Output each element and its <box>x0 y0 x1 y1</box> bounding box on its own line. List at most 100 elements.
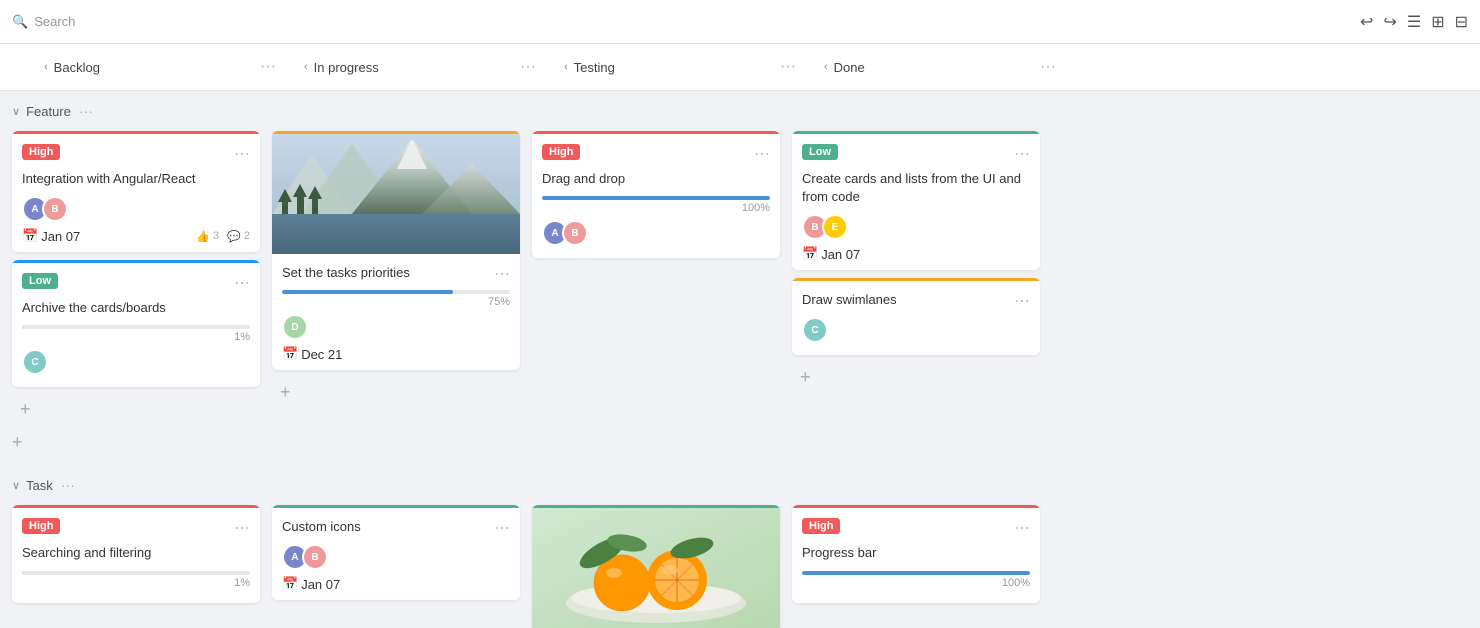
priority-badge: High <box>542 144 580 160</box>
search-icon: 🔍 <box>12 14 28 30</box>
add-swimlane-feature[interactable]: + <box>12 428 23 457</box>
calendar-icon: 📅 <box>22 228 38 244</box>
redo-icon[interactable]: ↪ <box>1383 12 1396 32</box>
done-menu[interactable]: ··· <box>1040 58 1056 76</box>
card-menu[interactable]: ⋯ <box>1014 518 1030 538</box>
progress-fill <box>282 290 453 294</box>
priority-badge-low: Low <box>22 273 58 289</box>
comment-count: 2 <box>244 230 250 242</box>
progress-fill <box>802 571 1030 575</box>
card-dragdrop[interactable]: High ⋯ Drag and drop 100% A B <box>532 131 780 258</box>
feature-chevron[interactable]: ∨ <box>12 105 20 118</box>
card-menu[interactable]: ⋯ <box>234 273 250 293</box>
card-create-cards[interactable]: Low ⋯ Create cards and lists from the UI… <box>792 131 1040 270</box>
card-avatars: C <box>22 349 250 375</box>
feature-done-cell: Low ⋯ Create cards and lists from the UI… <box>792 131 1040 392</box>
progress-track <box>802 571 1030 575</box>
topbar: 🔍 Search ↩ ↪ ☰ ⊞ ⊟ <box>0 0 1480 44</box>
progress-label: 1% <box>22 331 250 343</box>
card-avatars: A B <box>542 220 770 246</box>
card-avatars: B E <box>802 214 1030 240</box>
card-menu[interactable]: ⋯ <box>234 144 250 164</box>
col-header-testing: ‹ Testing ··· <box>556 44 804 90</box>
card-progressbar[interactable]: High ⋯ Progress bar 100% <box>792 505 1040 602</box>
feature-kanban-row: High ⋯ Integration with Angular/React A … <box>12 131 1468 424</box>
progress-wrap: 1% <box>22 571 250 589</box>
card-header: High ⋯ <box>22 144 250 164</box>
task-testing-cell <box>532 505 780 628</box>
feature-menu[interactable]: ··· <box>79 103 93 119</box>
card-header: Custom icons ⋯ <box>282 518 510 538</box>
progress-track <box>282 290 510 294</box>
add-card-backlog-feature[interactable]: + <box>12 395 39 424</box>
task-inprogress-cell: Custom icons ⋯ A B 📅 Jan 07 <box>272 505 520 600</box>
date-label: Jan 07 <box>41 229 80 244</box>
card-avatars: A B <box>282 544 510 570</box>
search-label: Search <box>34 14 75 29</box>
progress-track <box>22 325 250 329</box>
col-header-backlog: ‹ Backlog ··· <box>36 44 284 90</box>
card-searching[interactable]: High ⋯ Searching and filtering 1% <box>12 505 260 602</box>
backlog-arrow: ‹ <box>44 61 48 73</box>
task-chevron[interactable]: ∨ <box>12 479 20 492</box>
mountain-svg <box>272 134 520 254</box>
card-menu[interactable]: ⋯ <box>494 264 510 284</box>
calendar-icon: 📅 <box>282 576 298 592</box>
card-date: 📅 Jan 07 <box>282 576 340 592</box>
card-integration[interactable]: High ⋯ Integration with Angular/React A … <box>12 131 260 252</box>
list-view-icon[interactable]: ☰ <box>1407 12 1421 32</box>
progress-wrap: 1% <box>22 325 250 343</box>
calendar-icon: 📅 <box>802 246 818 262</box>
card-title: Archive the cards/boards <box>22 299 250 317</box>
task-menu[interactable]: ··· <box>61 477 75 493</box>
progress-label: 1% <box>22 577 250 589</box>
card-swimlanes[interactable]: Draw swimlanes ⋯ C <box>792 278 1040 355</box>
card-header: High ⋯ <box>542 144 770 164</box>
swimlane-task-label: ∨ Task ··· <box>12 473 1468 497</box>
priority-badge-high: High <box>22 144 60 160</box>
date-label: Jan 07 <box>301 577 340 592</box>
board-wrapper: ‹ Backlog ··· ‹ In progress ··· ‹ Testin… <box>0 44 1480 628</box>
backlog-menu[interactable]: ··· <box>260 58 276 76</box>
card-menu[interactable]: ⋯ <box>1014 144 1030 164</box>
card-menu[interactable]: ⋯ <box>754 144 770 164</box>
search-box[interactable]: 🔍 Search <box>12 14 75 30</box>
progress-fill <box>542 196 770 200</box>
undo-icon[interactable]: ↩ <box>1360 12 1373 32</box>
add-card-inprogress-feature[interactable]: + <box>272 378 299 407</box>
grid-view-icon[interactable]: ⊞ <box>1431 12 1444 32</box>
card-footer: 📅 Jan 07 <box>282 576 510 592</box>
inprogress-label: In progress <box>314 60 379 75</box>
card-date: 📅 Jan 07 <box>802 246 860 262</box>
task-done-cell: High ⋯ Progress bar 100% <box>792 505 1040 602</box>
task-name: Task <box>26 478 53 493</box>
card-title: Integration with Angular/React <box>22 170 250 188</box>
swimlane-task: ∨ Task ··· High ⋯ Searching and filterin… <box>0 465 1480 628</box>
swimlane-feature-label: ∨ Feature ··· <box>12 99 1468 123</box>
card-citrus[interactable] <box>532 505 780 628</box>
inprogress-arrow: ‹ <box>304 61 308 73</box>
avatar: C <box>802 317 828 343</box>
layout-icon[interactable]: ⊟ <box>1455 12 1468 32</box>
date-label: Jan 07 <box>821 247 860 262</box>
date-label: Dec 21 <box>301 347 342 362</box>
add-card-done-feature[interactable]: + <box>792 363 819 392</box>
card-menu[interactable]: ⋯ <box>1014 291 1030 311</box>
card-title: Progress bar <box>802 544 1030 562</box>
card-footer: 📅 Jan 07 <box>802 246 1030 262</box>
feature-backlog-cell: High ⋯ Integration with Angular/React A … <box>12 131 260 424</box>
card-custom-icons[interactable]: Custom icons ⋯ A B 📅 Jan 07 <box>272 505 520 600</box>
inprogress-menu[interactable]: ··· <box>520 58 536 76</box>
card-menu[interactable]: ⋯ <box>494 518 510 538</box>
progress-fill <box>22 571 24 575</box>
card-header: Low ⋯ <box>802 144 1030 164</box>
testing-menu[interactable]: ··· <box>780 58 796 76</box>
feature-inprogress-cell: Set the tasks priorities ⋯ 75% D <box>272 131 520 407</box>
card-priorities[interactable]: Set the tasks priorities ⋯ 75% D <box>272 131 520 370</box>
progress-wrap: 100% <box>802 571 1030 589</box>
testing-label: Testing <box>574 60 615 75</box>
card-archive[interactable]: Low ⋯ Archive the cards/boards 1% C <box>12 260 260 387</box>
progress-wrap: 100% <box>542 196 770 214</box>
card-menu[interactable]: ⋯ <box>234 518 250 538</box>
priority-badge: High <box>802 518 840 534</box>
